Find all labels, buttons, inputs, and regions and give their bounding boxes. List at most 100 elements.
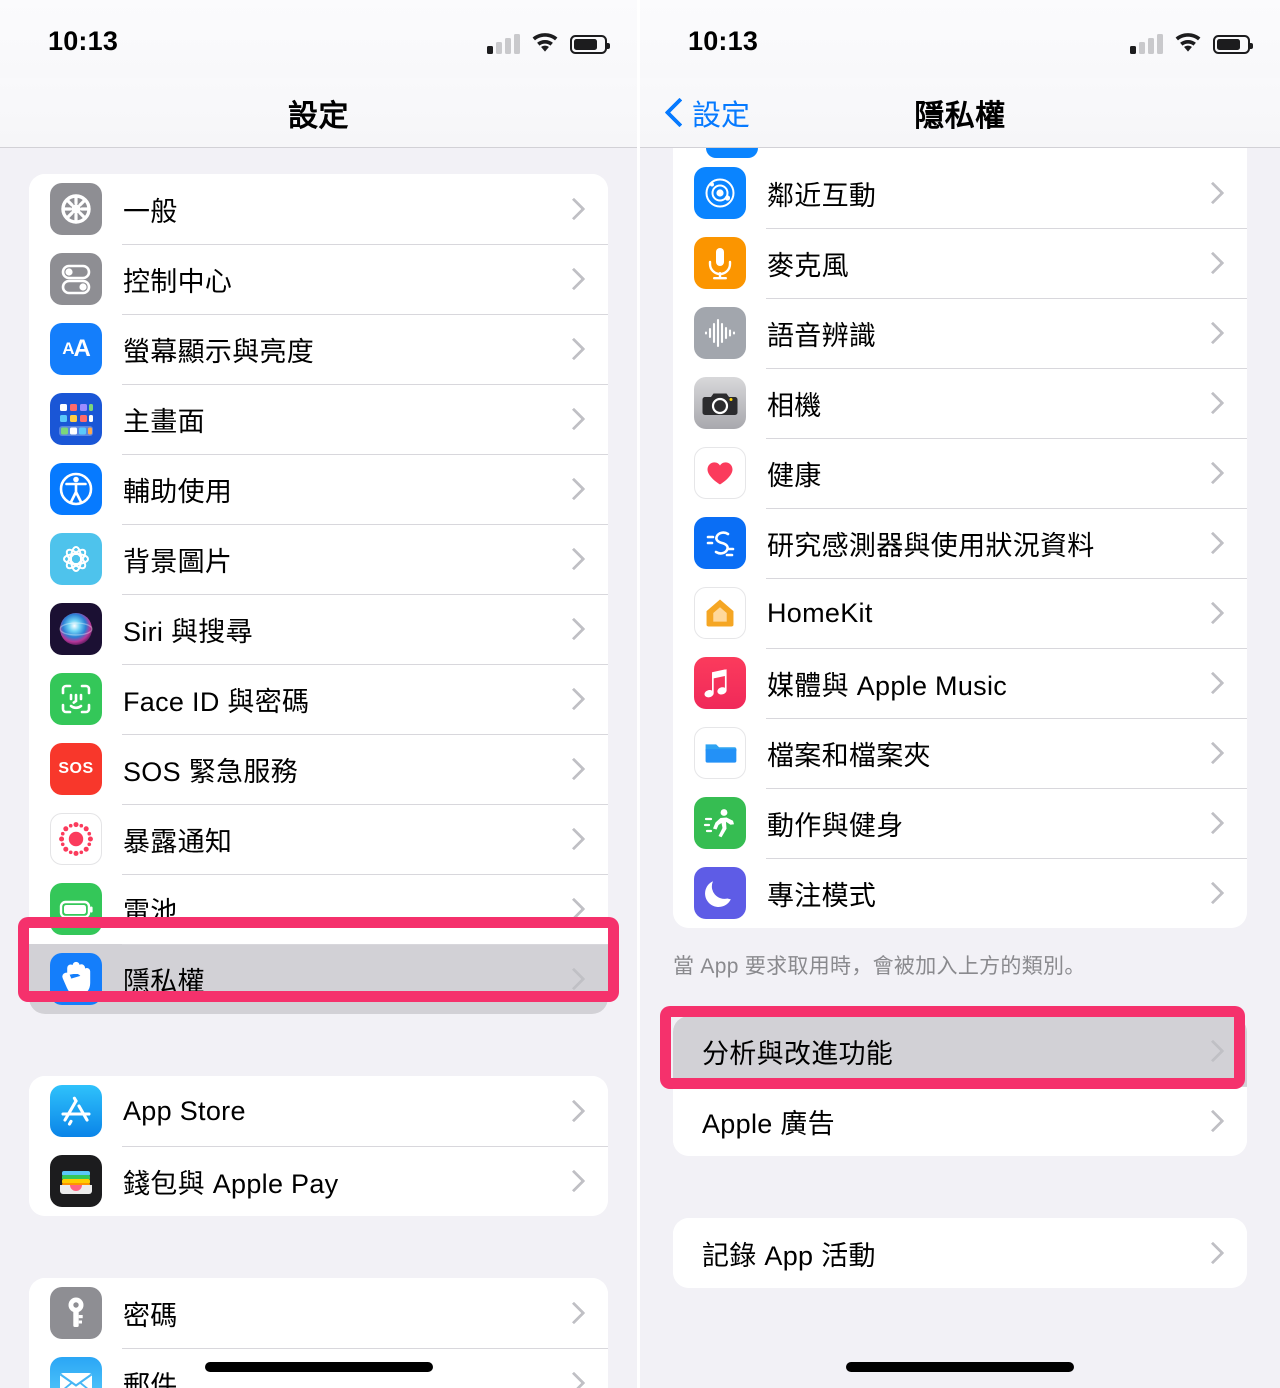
sidebar-item-general[interactable]: 一般 bbox=[29, 174, 608, 244]
sidebar-item-label: App Store bbox=[123, 1095, 246, 1126]
gear-icon bbox=[50, 183, 102, 235]
status-indicators bbox=[1130, 28, 1253, 54]
back-button[interactable]: 設定 bbox=[666, 92, 750, 134]
accessibility-icon bbox=[50, 463, 102, 515]
list-item-speech-recognition[interactable]: 語音辨識 bbox=[673, 298, 1247, 368]
sidebar-item-label: 隱私權 bbox=[123, 966, 205, 997]
nearby-interactions-icon bbox=[694, 167, 746, 219]
wifi-icon bbox=[531, 33, 559, 54]
list-item-label: 專注模式 bbox=[767, 880, 877, 911]
list-item-media-apple-music[interactable]: 媒體與 Apple Music bbox=[673, 648, 1247, 718]
settings-list[interactable]: 一般 控制中心 AA 螢幕顯示與亮度 主畫面 輔助使用 背景圖片 Siri 與搜… bbox=[0, 148, 637, 1388]
sidebar-item-display-brightness[interactable]: AA 螢幕顯示與亮度 bbox=[29, 314, 608, 384]
home-indicator bbox=[846, 1362, 1074, 1372]
sidebar-item-accessibility[interactable]: 輔助使用 bbox=[29, 454, 608, 524]
status-indicators bbox=[487, 28, 610, 54]
chevron-right-icon bbox=[1205, 744, 1219, 762]
sidebar-item-exposure-notifications[interactable]: 暴露通知 bbox=[29, 804, 608, 874]
chevron-right-icon bbox=[1205, 464, 1219, 482]
sidebar-item-face-id-passcode[interactable]: Face ID 與密碼 bbox=[29, 664, 608, 734]
list-item-label: HomeKit bbox=[767, 597, 873, 628]
chevron-right-icon bbox=[566, 270, 580, 288]
face-id-icon bbox=[50, 673, 102, 725]
sidebar-item-passwords[interactable]: 密碼 bbox=[29, 1278, 608, 1348]
list-item-research-sensor-usage-data[interactable]: 研究感測器與使用狀況資料 bbox=[673, 508, 1247, 578]
wallet-icon bbox=[50, 1155, 102, 1207]
chevron-right-icon bbox=[566, 200, 580, 218]
list-item-microphone[interactable]: 麥克風 bbox=[673, 228, 1247, 298]
privacy-list[interactable]: 鄰近互動 麥克風 語音辨識 相機 健康 研究感測器與使用狀況資料 HomeKit… bbox=[640, 148, 1280, 1388]
sidebar-item-label: 螢幕顯示與亮度 bbox=[123, 336, 315, 367]
home-indicator bbox=[204, 1362, 433, 1372]
apple-music-icon bbox=[694, 657, 746, 709]
privacy-screen: 10:13 設定 隱私權 鄰近互動 麥克風 語音辨識 相機 健康 研究感測器與使… bbox=[640, 0, 1280, 1388]
wallpaper-icon bbox=[50, 533, 102, 585]
status-time: 10:13 bbox=[48, 26, 119, 56]
sidebar-item-label: 主畫面 bbox=[123, 406, 205, 437]
list-item-homekit[interactable]: HomeKit bbox=[673, 578, 1247, 648]
list-item-nearby-interactions[interactable]: 鄰近互動 bbox=[673, 158, 1247, 228]
files-folder-icon bbox=[694, 727, 746, 779]
scrolled-item-partial-icon bbox=[706, 148, 758, 158]
chevron-right-icon bbox=[566, 760, 580, 778]
nav-bar-left: 設定 bbox=[0, 78, 637, 148]
sidebar-item-home-screen[interactable]: 主畫面 bbox=[29, 384, 608, 454]
list-item-label: 鄰近互動 bbox=[767, 180, 877, 211]
list-item-label: 健康 bbox=[767, 460, 822, 491]
sidebar-item-label: 電池 bbox=[123, 896, 178, 927]
list-item-record-app-activity[interactable]: 記錄 App 活動 bbox=[673, 1218, 1247, 1288]
home-screen-icon bbox=[50, 393, 102, 445]
sidebar-item-siri-search[interactable]: Siri 與搜尋 bbox=[29, 594, 608, 664]
list-item-focus[interactable]: 專注模式 bbox=[673, 858, 1247, 928]
list-item-health[interactable]: 健康 bbox=[673, 438, 1247, 508]
cellular-bars-icon bbox=[1130, 34, 1163, 54]
sos-icon: SOS bbox=[50, 743, 102, 795]
list-item-label: 記錄 App 活動 bbox=[702, 1240, 876, 1271]
sidebar-item-label: SOS 緊急服務 bbox=[123, 756, 298, 787]
sidebar-item-label: 密碼 bbox=[123, 1300, 178, 1331]
chevron-right-icon bbox=[1205, 604, 1219, 622]
chevron-right-icon bbox=[566, 340, 580, 358]
chevron-right-icon bbox=[566, 1172, 580, 1190]
nav-bar-right: 設定 隱私權 bbox=[640, 78, 1280, 148]
chevron-right-icon bbox=[1205, 1042, 1219, 1060]
sidebar-item-privacy[interactable]: 隱私權 bbox=[29, 944, 608, 1014]
sidebar-item-wallet-apple-pay[interactable]: 錢包與 Apple Pay bbox=[29, 1146, 608, 1216]
chevron-right-icon bbox=[566, 1102, 580, 1120]
list-item-label: Apple 廣告 bbox=[702, 1108, 835, 1139]
sidebar-item-control-center[interactable]: 控制中心 bbox=[29, 244, 608, 314]
sidebar-item-label: 一般 bbox=[123, 196, 178, 227]
chevron-right-icon bbox=[566, 480, 580, 498]
chevron-right-icon bbox=[566, 620, 580, 638]
sidebar-item-app-store[interactable]: App Store bbox=[29, 1076, 608, 1146]
chevron-left-icon bbox=[666, 99, 682, 127]
motion-fitness-icon bbox=[694, 797, 746, 849]
list-item-apple-advertising[interactable]: Apple 廣告 bbox=[673, 1086, 1247, 1156]
page-title: 隱私權 bbox=[914, 99, 1006, 133]
chevron-right-icon bbox=[566, 1304, 580, 1322]
chevron-right-icon bbox=[1205, 1112, 1219, 1130]
list-item-motion-fitness[interactable]: 動作與健身 bbox=[673, 788, 1247, 858]
exposure-notification-icon bbox=[50, 813, 102, 865]
sidebar-item-emergency-sos[interactable]: SOS SOS 緊急服務 bbox=[29, 734, 608, 804]
list-item-label: 檔案和檔案夾 bbox=[767, 740, 931, 771]
sidebar-item-label: 輔助使用 bbox=[123, 476, 233, 507]
sidebar-item-battery[interactable]: 電池 bbox=[29, 874, 608, 944]
chevron-right-icon bbox=[566, 690, 580, 708]
sidebar-item-label: 暴露通知 bbox=[123, 826, 233, 857]
chevron-right-icon bbox=[566, 410, 580, 428]
status-time: 10:13 bbox=[688, 26, 759, 56]
chevron-right-icon bbox=[566, 550, 580, 568]
list-item-camera[interactable]: 相機 bbox=[673, 368, 1247, 438]
homekit-icon bbox=[694, 587, 746, 639]
list-item-label: 語音辨識 bbox=[767, 320, 877, 351]
chevron-right-icon bbox=[1205, 324, 1219, 342]
privacy-section-app-activity: 記錄 App 活動 bbox=[673, 1218, 1247, 1288]
list-item-analytics-improvements[interactable]: 分析與改進功能 bbox=[673, 1016, 1247, 1086]
app-store-icon bbox=[50, 1085, 102, 1137]
passwords-key-icon bbox=[50, 1287, 102, 1339]
sidebar-item-wallpaper[interactable]: 背景圖片 bbox=[29, 524, 608, 594]
chevron-right-icon bbox=[566, 900, 580, 918]
chevron-right-icon bbox=[1205, 254, 1219, 272]
list-item-files-and-folders[interactable]: 檔案和檔案夾 bbox=[673, 718, 1247, 788]
